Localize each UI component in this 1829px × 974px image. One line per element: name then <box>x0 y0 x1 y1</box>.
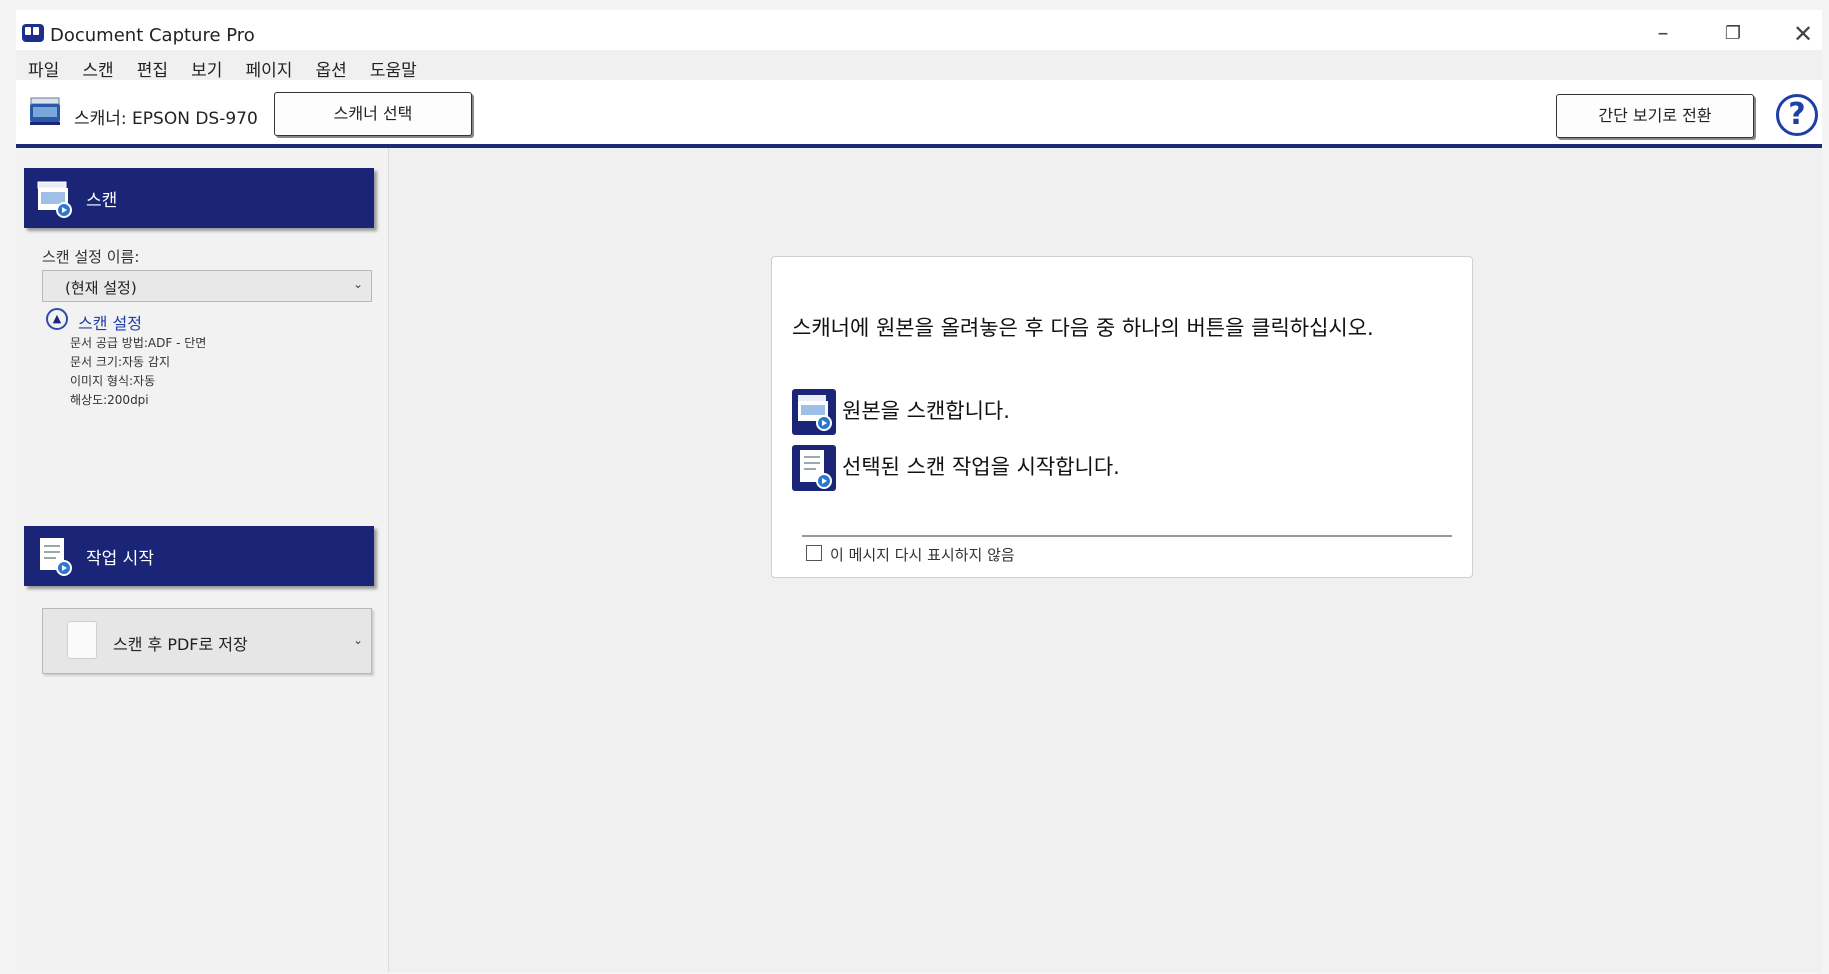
setting-detail-format: 이미지 형식:자동 <box>70 374 156 388</box>
divider <box>802 535 1452 537</box>
job-start-icon <box>40 538 72 576</box>
menu-edit[interactable]: 편집 <box>137 52 168 81</box>
scan-setting-name-label: 스캔 설정 이름: <box>42 248 140 266</box>
scan-original-action[interactable]: 원본을 스캔합니다. <box>792 389 1452 435</box>
instruction-message: 스캐너에 원본을 올려놓은 후 다음 중 하나의 버튼을 클릭하십시오. <box>792 316 1374 340</box>
scan-original-text: 원본을 스캔합니다. <box>842 399 1010 423</box>
document-icon <box>67 621 97 659</box>
start-selected-job-text: 선택된 스캔 작업을 시작합니다. <box>842 455 1120 479</box>
menu-help[interactable]: 도움말 <box>370 52 417 81</box>
simple-view-button[interactable]: 간단 보기로 전환 <box>1556 94 1754 138</box>
left-pane: 스캔 스캔 설정 이름: (현재 설정) ⌄ ▲ 스캔 설정 문서 공급 방법:… <box>16 148 389 972</box>
scan-setting-select[interactable]: (현재 설정) ⌄ <box>42 270 372 302</box>
chevron-down-icon: ⌄ <box>352 277 363 291</box>
setting-detail-resolution: 해상도:200dpi <box>70 393 149 407</box>
chevron-down-icon: ⌄ <box>352 633 363 647</box>
title-bar: Document Capture Pro – ❐ ✕ <box>16 10 1822 50</box>
scan-settings-link[interactable]: 스캔 설정 <box>78 310 142 334</box>
menu-page[interactable]: 페이지 <box>246 52 293 81</box>
job-select[interactable]: 스캔 후 PDF로 저장 ⌄ <box>42 608 372 674</box>
scanner-label: 스캐너: EPSON DS-970 <box>74 109 258 129</box>
scan-setting-value: (현재 설정) <box>65 279 137 297</box>
scanner-icon <box>30 97 60 125</box>
menu-view[interactable]: 보기 <box>191 52 222 81</box>
menu-bar: 파일 스캔 편집 보기 페이지 옵션 도움말 <box>16 50 1822 81</box>
dont-show-again-label[interactable]: 이 메시지 다시 표시하지 않음 <box>830 544 1015 565</box>
main-area: 스캐너에 원본을 올려놓은 후 다음 중 하나의 버튼을 클릭하십시오. 원본을… <box>389 148 1822 972</box>
scan-icon <box>37 181 72 218</box>
minimize-button[interactable]: – <box>1638 18 1688 50</box>
setting-detail-feed: 문서 공급 방법:ADF - 단면 <box>70 336 207 350</box>
instruction-panel: 스캐너에 원본을 올려놓은 후 다음 중 하나의 버튼을 클릭하십시오. 원본을… <box>771 256 1473 578</box>
job-select-value: 스캔 후 PDF로 저장 <box>113 635 248 654</box>
toolbar: 스캐너: EPSON DS-970 스캐너 선택 간단 보기로 전환 ? <box>16 82 1822 144</box>
dont-show-again-checkbox[interactable] <box>806 545 822 561</box>
setting-detail-size: 문서 크기:자동 감지 <box>70 355 170 369</box>
app-window: Document Capture Pro – ❐ ✕ 파일 스캔 편집 보기 페… <box>16 10 1822 972</box>
scan-section-header[interactable]: 스캔 <box>24 168 374 228</box>
menu-options[interactable]: 옵션 <box>316 52 347 81</box>
collapse-toggle-icon[interactable]: ▲ <box>46 308 68 330</box>
window-title: Document Capture Pro <box>50 25 255 46</box>
scan-section-title: 스캔 <box>86 191 118 211</box>
restore-button[interactable]: ❐ <box>1708 18 1758 50</box>
job-start-icon <box>792 445 836 491</box>
job-start-section-header[interactable]: 작업 시작 <box>24 526 374 586</box>
menu-file[interactable]: 파일 <box>28 52 59 81</box>
app-icon <box>22 24 44 42</box>
help-icon[interactable]: ? <box>1776 94 1818 136</box>
select-scanner-button[interactable]: 스캐너 선택 <box>274 92 472 136</box>
menu-scan[interactable]: 스캔 <box>82 52 113 81</box>
start-selected-job-action[interactable]: 선택된 스캔 작업을 시작합니다. <box>792 445 1452 491</box>
close-button[interactable]: ✕ <box>1778 18 1828 50</box>
job-start-section-title: 작업 시작 <box>86 549 154 569</box>
scan-icon <box>792 389 836 435</box>
